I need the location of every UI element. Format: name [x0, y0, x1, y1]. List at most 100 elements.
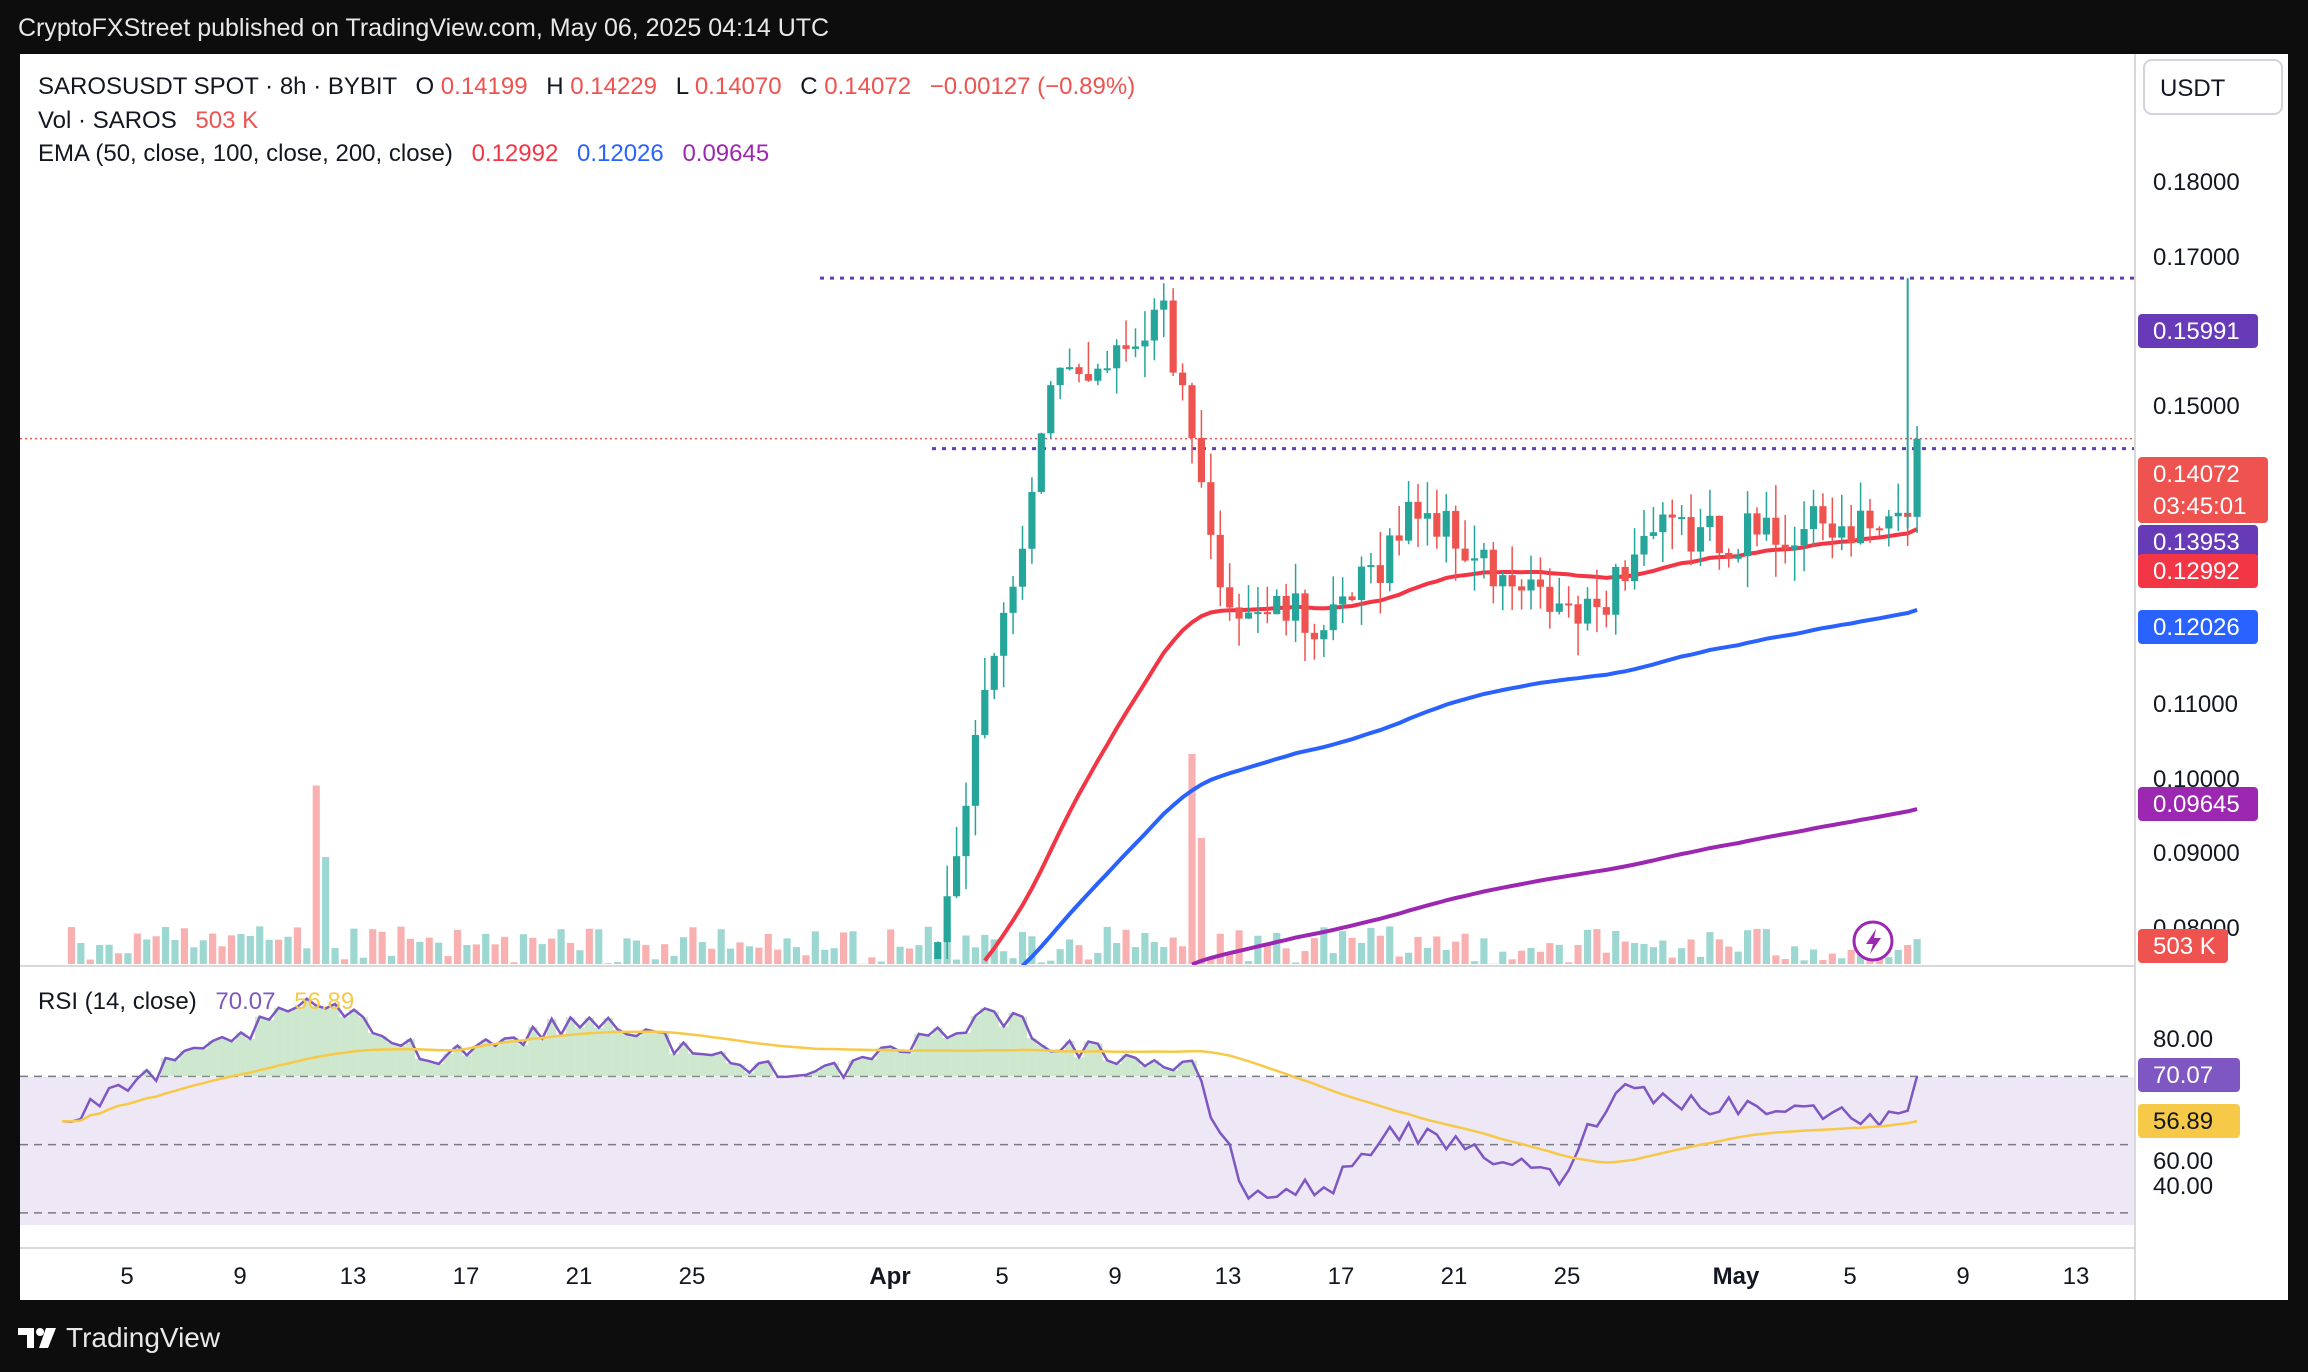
ema200-price-label: 0.09645: [2153, 791, 2240, 818]
candle-body: [1094, 368, 1102, 381]
volume-bar: [670, 955, 678, 964]
volume-bar: [1819, 959, 1827, 964]
candle-body: [1668, 514, 1676, 518]
volume-bar: [736, 942, 744, 964]
volume-bar: [896, 946, 904, 964]
candle-body: [1555, 603, 1563, 612]
candle-body: [1631, 554, 1639, 582]
volume-bar: [821, 949, 829, 964]
candle-body: [1744, 513, 1752, 557]
resistance-price-label: 0.15991: [2153, 318, 2240, 345]
volume-bar: [1753, 928, 1761, 964]
candle-body: [1838, 526, 1846, 538]
volume-bar: [1160, 947, 1168, 964]
candle-body: [1113, 345, 1121, 369]
legend-ema-label: EMA (50, close, 100, close, 200, close): [38, 140, 453, 167]
candle-body: [1169, 300, 1177, 373]
chart-svg[interactable]: SAROSUSDT SPOT · 8h · BYBIT O 0.14199 H …: [20, 54, 2288, 1300]
volume-bar: [340, 959, 349, 964]
volume-bar: [218, 946, 226, 964]
time-tick: 25: [679, 1263, 706, 1290]
volume-bar: [1772, 955, 1780, 964]
volume-bar: [557, 929, 565, 964]
volume-bar: [915, 945, 923, 964]
volume-bar: [745, 946, 753, 964]
volume-bar: [1179, 946, 1187, 964]
candle-body: [1480, 549, 1488, 559]
volume-bar: [623, 938, 631, 964]
candle-body: [1122, 345, 1130, 349]
rsi-tick: 40.00: [2153, 1173, 2213, 1200]
candle-body: [1612, 566, 1620, 615]
currency-button[interactable]: USDT: [2143, 59, 2283, 115]
time-tick: 17: [1328, 1263, 1355, 1290]
rsi-tick-hidden: 60.00: [2153, 1148, 2213, 1175]
candle-body: [1395, 535, 1403, 541]
volume-bar: [180, 928, 188, 964]
volume-bar: [444, 956, 452, 964]
volume-bar: [331, 948, 339, 964]
candle-body: [1103, 368, 1111, 371]
volume-bar: [1913, 939, 1921, 964]
candle-body: [1583, 598, 1592, 624]
volume-bar: [105, 944, 113, 964]
candle-body: [934, 942, 942, 959]
volume-bar: [453, 929, 462, 964]
currency-button-label[interactable]: USDT: [2160, 75, 2226, 102]
candle-body: [1226, 587, 1234, 608]
volume-bar: [1442, 949, 1450, 964]
candle-body: [1028, 491, 1036, 549]
candle-body: [1819, 506, 1827, 524]
volume-bar: [1583, 929, 1592, 964]
candle-body: [1461, 548, 1469, 561]
volume-bar: [1113, 943, 1121, 964]
time-tick-month: Apr: [869, 1263, 910, 1290]
last-price-label: 0.14072: [2153, 461, 2240, 488]
candle-body: [1791, 545, 1799, 550]
volume-bar: [708, 948, 716, 964]
volume-bar: [1612, 930, 1620, 964]
volume-bar: [1678, 948, 1686, 964]
candle-body: [1508, 575, 1516, 587]
tradingview-brand[interactable]: TradingView: [18, 1322, 220, 1354]
volume-bar: [124, 953, 132, 964]
volume-bar: [209, 933, 217, 964]
time-tick: 21: [566, 1263, 593, 1290]
lightning-icon[interactable]: [1852, 920, 1894, 962]
volume-bar: [1433, 936, 1441, 964]
candle-body: [1423, 513, 1431, 519]
candle-body: [1357, 566, 1366, 601]
footer-bar: TradingView: [0, 1300, 2308, 1372]
legend-high-value: 0.14229: [570, 73, 657, 100]
time-tick: 9: [1956, 1263, 1969, 1290]
volume-bar: [472, 944, 480, 964]
time-tick: 17: [453, 1263, 480, 1290]
candle-body: [1273, 595, 1281, 615]
rsi-band-background: [20, 1077, 2135, 1225]
volume-bar: [604, 963, 612, 964]
time-tick: 21: [1441, 1263, 1468, 1290]
volume-bar: [1706, 932, 1714, 964]
publisher-line: CryptoFXStreet published on TradingView.…: [18, 14, 830, 42]
candle-body: [1649, 532, 1657, 536]
svg-text:RSI (14, close) 70.07: RSI (14, close) 70.07 56.89: [38, 988, 354, 1015]
volume-bar: [529, 937, 537, 964]
chart-frame: SAROSUSDT SPOT · 8h · BYBIT O 0.14199 H …: [20, 54, 2288, 1300]
volume-bar: [67, 927, 75, 964]
volume-bar: [1574, 945, 1582, 964]
candle-body: [962, 805, 970, 857]
candle-body: [1282, 595, 1290, 621]
time-tick: 13: [1215, 1263, 1242, 1290]
volume-bar: [114, 953, 123, 964]
volume-bar: [1452, 941, 1460, 964]
volume-bar: [1282, 948, 1290, 964]
volume-bar: [1367, 927, 1375, 964]
volume-bar: [1273, 932, 1281, 964]
candle-body: [1131, 346, 1140, 349]
volume-bar: [275, 939, 283, 964]
legend-ema50-value: 0.12992: [472, 140, 559, 167]
candle-body: [1847, 526, 1855, 544]
candle-body: [1348, 596, 1356, 601]
volume-bar: [783, 938, 791, 964]
ema50-price-label: 0.12992: [2153, 558, 2240, 585]
